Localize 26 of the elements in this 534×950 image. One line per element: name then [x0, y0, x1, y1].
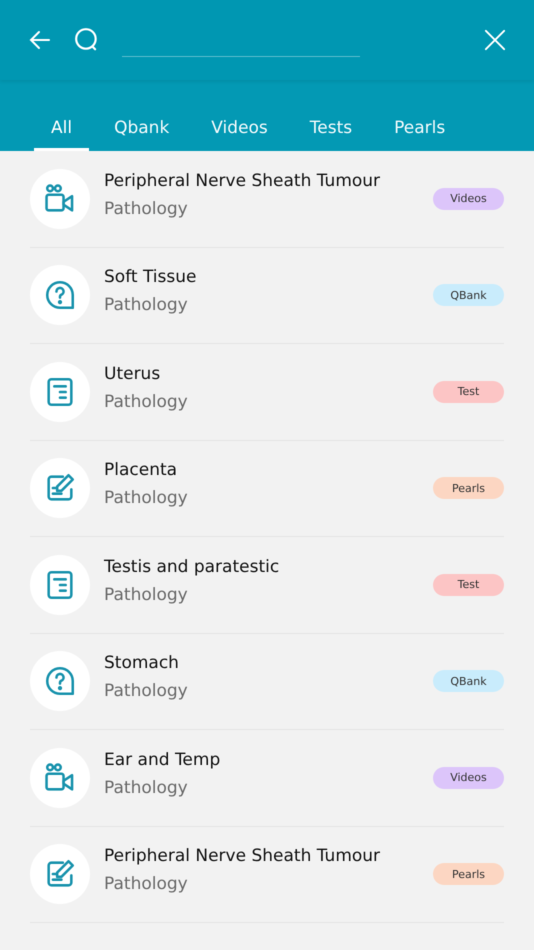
result-title[interactable]: Soft Tissue: [104, 267, 433, 288]
result-subtitle: Pathology: [104, 295, 189, 316]
result-title[interactable]: Uterus: [104, 364, 433, 384]
category-tag: Videos: [433, 188, 504, 210]
result-subtitle: Pathology: [104, 681, 189, 702]
category-tag: QBank: [433, 670, 504, 692]
result-subtitle: Pathology: [104, 392, 189, 412]
result-title[interactable]: Peripheral Nerve Sheath Tumour: [104, 170, 433, 191]
result-title[interactable]: Placenta: [104, 460, 433, 480]
category-tag: Pearls: [433, 863, 504, 886]
result-title[interactable]: Peripheral Nerve Sheath Tumour: [104, 846, 433, 866]
result-subtitle: Pathology: [104, 584, 189, 605]
result-subtitle: Pathology: [104, 874, 189, 894]
category-tag: Test: [433, 380, 504, 403]
back-arrow-icon[interactable]: [28, 28, 52, 52]
category-tag: Pearls: [433, 477, 504, 500]
result-subtitle: Pathology: [104, 778, 189, 798]
category-tag: Videos: [433, 766, 504, 789]
result-subtitle: Pathology: [104, 488, 189, 508]
result-title[interactable]: Stomach: [104, 653, 433, 674]
result-title[interactable]: Testis and paratestic: [104, 556, 433, 577]
result-subtitle: Pathology: [104, 198, 189, 219]
category-tag: QBank: [433, 284, 504, 306]
category-tag: Test: [433, 574, 504, 596]
close-icon[interactable]: [484, 29, 506, 51]
result-title[interactable]: Ear and Temp: [104, 750, 433, 770]
